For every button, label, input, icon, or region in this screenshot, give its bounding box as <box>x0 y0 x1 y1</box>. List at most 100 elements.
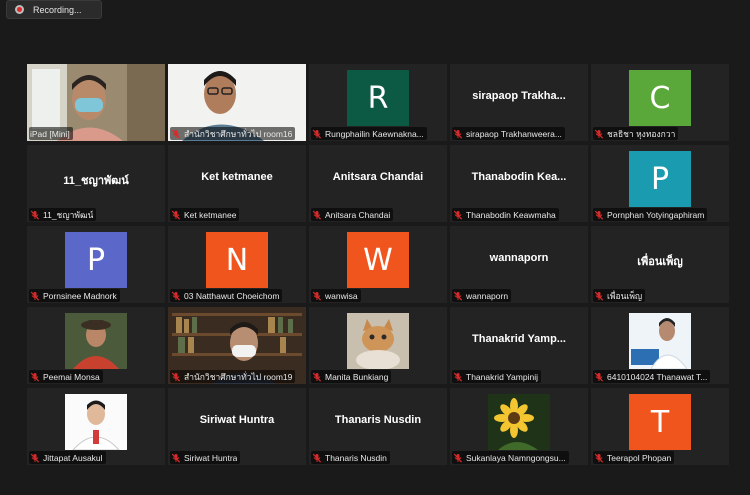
participant-tile[interactable]: P Pornsinee Madnork <box>27 226 165 303</box>
participant-name: Ket ketmanee <box>184 209 237 220</box>
participant-tile[interactable]: 11_ชญาพัฒน์ 11_ชญาพัฒน์ <box>27 145 165 222</box>
participant-tile[interactable]: Thanakrid Yamp... Thanakrid Yampinij <box>450 307 588 384</box>
record-icon <box>15 5 24 14</box>
muted-mic-icon <box>312 210 322 220</box>
participant-name-label: 03 Natthawut Choeichom <box>170 289 283 302</box>
participant-name-label: 11_ชญาพัฒน์ <box>29 208 97 221</box>
muted-mic-icon <box>453 453 463 463</box>
participant-name: Anitsara Chandai <box>325 209 391 220</box>
participant-tile[interactable]: Manita Bunkiang <box>309 307 447 384</box>
participant-name-label: Ket ketmanee <box>170 208 240 221</box>
participant-tile[interactable]: 6410104024 Thanawat T... <box>591 307 729 384</box>
participant-name-label: iPad [Mini] <box>29 127 73 140</box>
muted-mic-icon <box>453 372 463 382</box>
muted-mic-icon <box>453 210 463 220</box>
participant-name-label: Thanakrid Yampinij <box>452 370 541 383</box>
participant-name: เพื่อนเพ็ญ <box>607 290 643 301</box>
muted-mic-icon <box>30 210 40 220</box>
participant-tile[interactable]: Ket ketmanee Ket ketmanee <box>168 145 306 222</box>
avatar: N <box>206 232 268 288</box>
avatar: T <box>629 394 691 450</box>
participant-tile[interactable]: sirapaop Trakha... sirapaop Trakhanweera… <box>450 64 588 141</box>
muted-mic-icon <box>30 291 40 301</box>
participant-name: wanwisa <box>325 290 358 301</box>
participant-name-label: Thanabodin Keawmaha <box>452 208 559 221</box>
participant-display-name: Thanabodin Kea... <box>471 171 567 183</box>
muted-mic-icon <box>453 291 463 301</box>
participant-name: wannaporn <box>466 290 509 301</box>
avatar: P <box>65 232 127 288</box>
participant-tile[interactable]: T Teerapol Phopan <box>591 388 729 465</box>
participant-display-name: Thanakrid Yamp... <box>472 333 566 345</box>
participant-tile[interactable]: Peemai Monsa <box>27 307 165 384</box>
participant-name: Jittapat Ausakul <box>43 452 103 463</box>
muted-mic-icon <box>171 291 181 301</box>
participant-name-label: Peemai Monsa <box>29 370 103 383</box>
participant-display-name: Ket ketmanee <box>201 171 273 183</box>
participant-name: Manita Bunkiang <box>325 371 389 382</box>
participant-name: 6410104024 Thanawat T... <box>607 371 708 382</box>
muted-mic-icon <box>594 129 604 139</box>
participant-display-name: Thanaris Nusdin <box>334 414 422 426</box>
participant-name-label: Anitsara Chandai <box>311 208 394 221</box>
participant-name-label: Thanaris Nusdin <box>311 451 390 464</box>
avatar: R <box>347 70 409 126</box>
participant-name: Thanakrid Yampinij <box>466 371 538 382</box>
avatar: W <box>347 232 409 288</box>
avatar: P <box>629 151 691 207</box>
participant-display-name: wannaporn <box>489 252 549 264</box>
muted-mic-icon <box>171 453 181 463</box>
participant-name-label: wanwisa <box>311 289 361 302</box>
participant-name-label: sirapaop Trakhanweera... <box>452 127 565 140</box>
participant-tile[interactable]: เพื่อนเพ็ญ เพื่อนเพ็ญ <box>591 226 729 303</box>
recording-indicator[interactable]: Recording... <box>6 0 102 19</box>
participant-name: ชลธิชา หุงทองกวา <box>607 128 676 139</box>
muted-mic-icon <box>312 372 322 382</box>
participant-name: iPad [Mini] <box>30 128 70 139</box>
participant-tile[interactable]: iPad [Mini] <box>27 64 165 141</box>
participant-name: 03 Natthawut Choeichom <box>184 290 280 301</box>
muted-mic-icon <box>594 453 604 463</box>
participant-tile[interactable]: C ชลธิชา หุงทองกวา <box>591 64 729 141</box>
participant-name: Peemai Monsa <box>43 371 100 382</box>
muted-mic-icon <box>312 453 322 463</box>
participant-display-name: 11_ชญาพัฒน์ <box>63 175 129 187</box>
participant-tile[interactable]: Thanaris Nusdin Thanaris Nusdin <box>309 388 447 465</box>
participant-tile[interactable]: P Pornphan Yotyingaphiram <box>591 145 729 222</box>
participant-name: sirapaop Trakhanweera... <box>466 128 562 139</box>
participant-name-label: Siriwat Huntra <box>170 451 241 464</box>
participant-tile[interactable]: สำนักวิชาศึกษาทั่วไป room16 <box>168 64 306 141</box>
participant-name-label: Manita Bunkiang <box>311 370 392 383</box>
participant-tile[interactable]: wannaporn wannaporn <box>450 226 588 303</box>
participant-display-name: เพื่อนเพ็ญ <box>637 256 683 268</box>
participant-name: Pornsinee Madnork <box>43 290 117 301</box>
participant-name-label: wannaporn <box>452 289 512 302</box>
participant-tile[interactable]: Thanabodin Kea... Thanabodin Keawmaha <box>450 145 588 222</box>
participant-name-label: Pornphan Yotyingaphiram <box>593 208 708 221</box>
participant-tile[interactable]: Siriwat Huntra Siriwat Huntra <box>168 388 306 465</box>
participant-name-label: Pornsinee Madnork <box>29 289 120 302</box>
muted-mic-icon <box>30 453 40 463</box>
participant-tile[interactable]: Anitsara Chandai Anitsara Chandai <box>309 145 447 222</box>
participant-tile[interactable]: Jittapat Ausakul <box>27 388 165 465</box>
muted-mic-icon <box>594 291 604 301</box>
muted-mic-icon <box>312 291 322 301</box>
participant-tile[interactable]: สำนักวิชาศึกษาทั่วไป room19 <box>168 307 306 384</box>
muted-mic-icon <box>594 210 604 220</box>
muted-mic-icon <box>171 129 181 139</box>
participant-name: สำนักวิชาศึกษาทั่วไป room16 <box>184 128 293 139</box>
recording-label: Recording... <box>33 4 82 15</box>
participant-tile[interactable]: W wanwisa <box>309 226 447 303</box>
participant-tile[interactable]: R Rungphailin Kaewnakna... <box>309 64 447 141</box>
participant-tile[interactable]: N 03 Natthawut Choeichom <box>168 226 306 303</box>
participant-name-label: ชลธิชา หุงทองกวา <box>593 127 679 140</box>
muted-mic-icon <box>594 372 604 382</box>
muted-mic-icon <box>171 372 181 382</box>
muted-mic-icon <box>312 129 322 139</box>
participant-tile[interactable]: Sukanlaya Namngongsu... <box>450 388 588 465</box>
participant-name-label: สำนักวิชาศึกษาทั่วไป room19 <box>170 370 296 383</box>
participant-name: Siriwat Huntra <box>184 452 238 463</box>
participant-name-label: Rungphailin Kaewnakna... <box>311 127 427 140</box>
participant-name: Thanaris Nusdin <box>325 452 387 463</box>
participant-display-name: Anitsara Chandai <box>332 171 424 183</box>
